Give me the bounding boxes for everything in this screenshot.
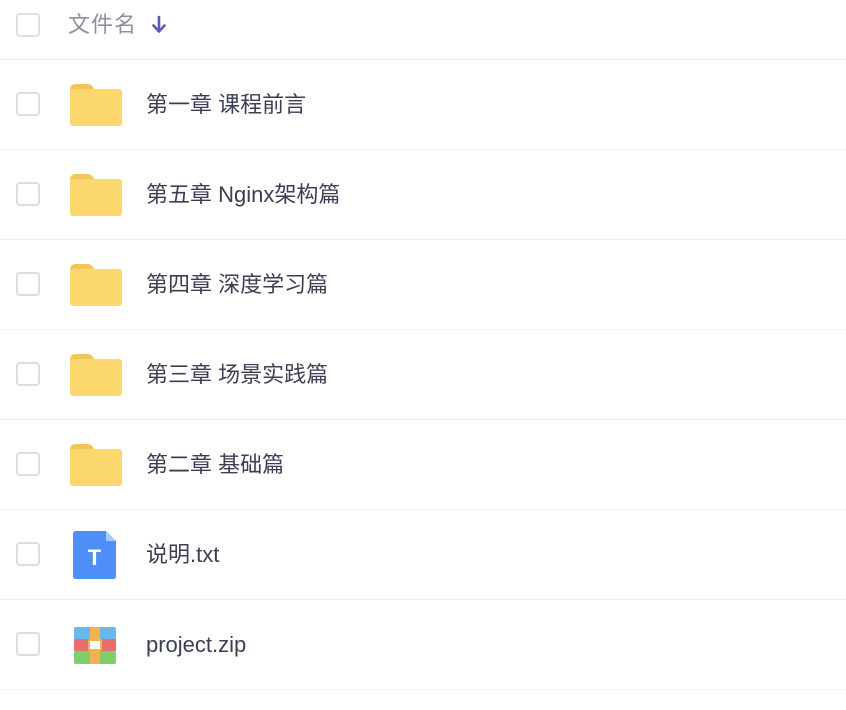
file-row[interactable]: T 说明.txt [0, 510, 846, 600]
folder-icon [70, 84, 122, 126]
file-row[interactable]: project.zip [0, 600, 846, 690]
folder-icon [70, 264, 122, 306]
file-name: project.zip [146, 632, 247, 657]
file-list: 文件名 第一章 课程前言 第五章 Nginx架构篇 第四章 深度学习篇 第三章 … [0, 0, 846, 710]
text-file-icon: T [73, 531, 116, 579]
row-checkbox[interactable] [16, 452, 40, 476]
folder-icon [70, 174, 122, 216]
folder-icon [70, 354, 122, 396]
arrow-down-icon[interactable] [150, 14, 168, 36]
row-checkbox[interactable] [16, 272, 40, 296]
file-name: 第一章 课程前言 [146, 92, 307, 117]
file-list-header: 文件名 [0, 0, 846, 60]
row-checkbox[interactable] [16, 542, 40, 566]
row-checkbox[interactable] [16, 92, 40, 116]
file-row[interactable]: 第五章 Nginx架构篇 [0, 150, 846, 240]
file-name: 第四章 深度学习篇 [146, 272, 329, 297]
file-name: 第二章 基础篇 [146, 452, 285, 477]
archive-file-icon [74, 627, 116, 664]
select-all-checkbox[interactable] [16, 13, 40, 37]
file-row[interactable]: 第二章 基础篇 [0, 420, 846, 510]
row-checkbox[interactable] [16, 182, 40, 206]
file-row[interactable]: 第一章 课程前言 [0, 60, 846, 150]
row-checkbox[interactable] [16, 362, 40, 386]
row-checkbox[interactable] [16, 632, 40, 656]
file-name: 第三章 场景实践篇 [146, 362, 329, 387]
filename-column-header[interactable]: 文件名 [68, 11, 137, 39]
file-name: 说明.txt [146, 542, 220, 567]
folder-icon [70, 444, 122, 486]
file-row[interactable]: 第三章 场景实践篇 [0, 330, 846, 420]
file-row[interactable]: 第四章 深度学习篇 [0, 240, 846, 330]
svg-text:T: T [88, 545, 102, 570]
file-name: 第五章 Nginx架构篇 [146, 182, 341, 207]
